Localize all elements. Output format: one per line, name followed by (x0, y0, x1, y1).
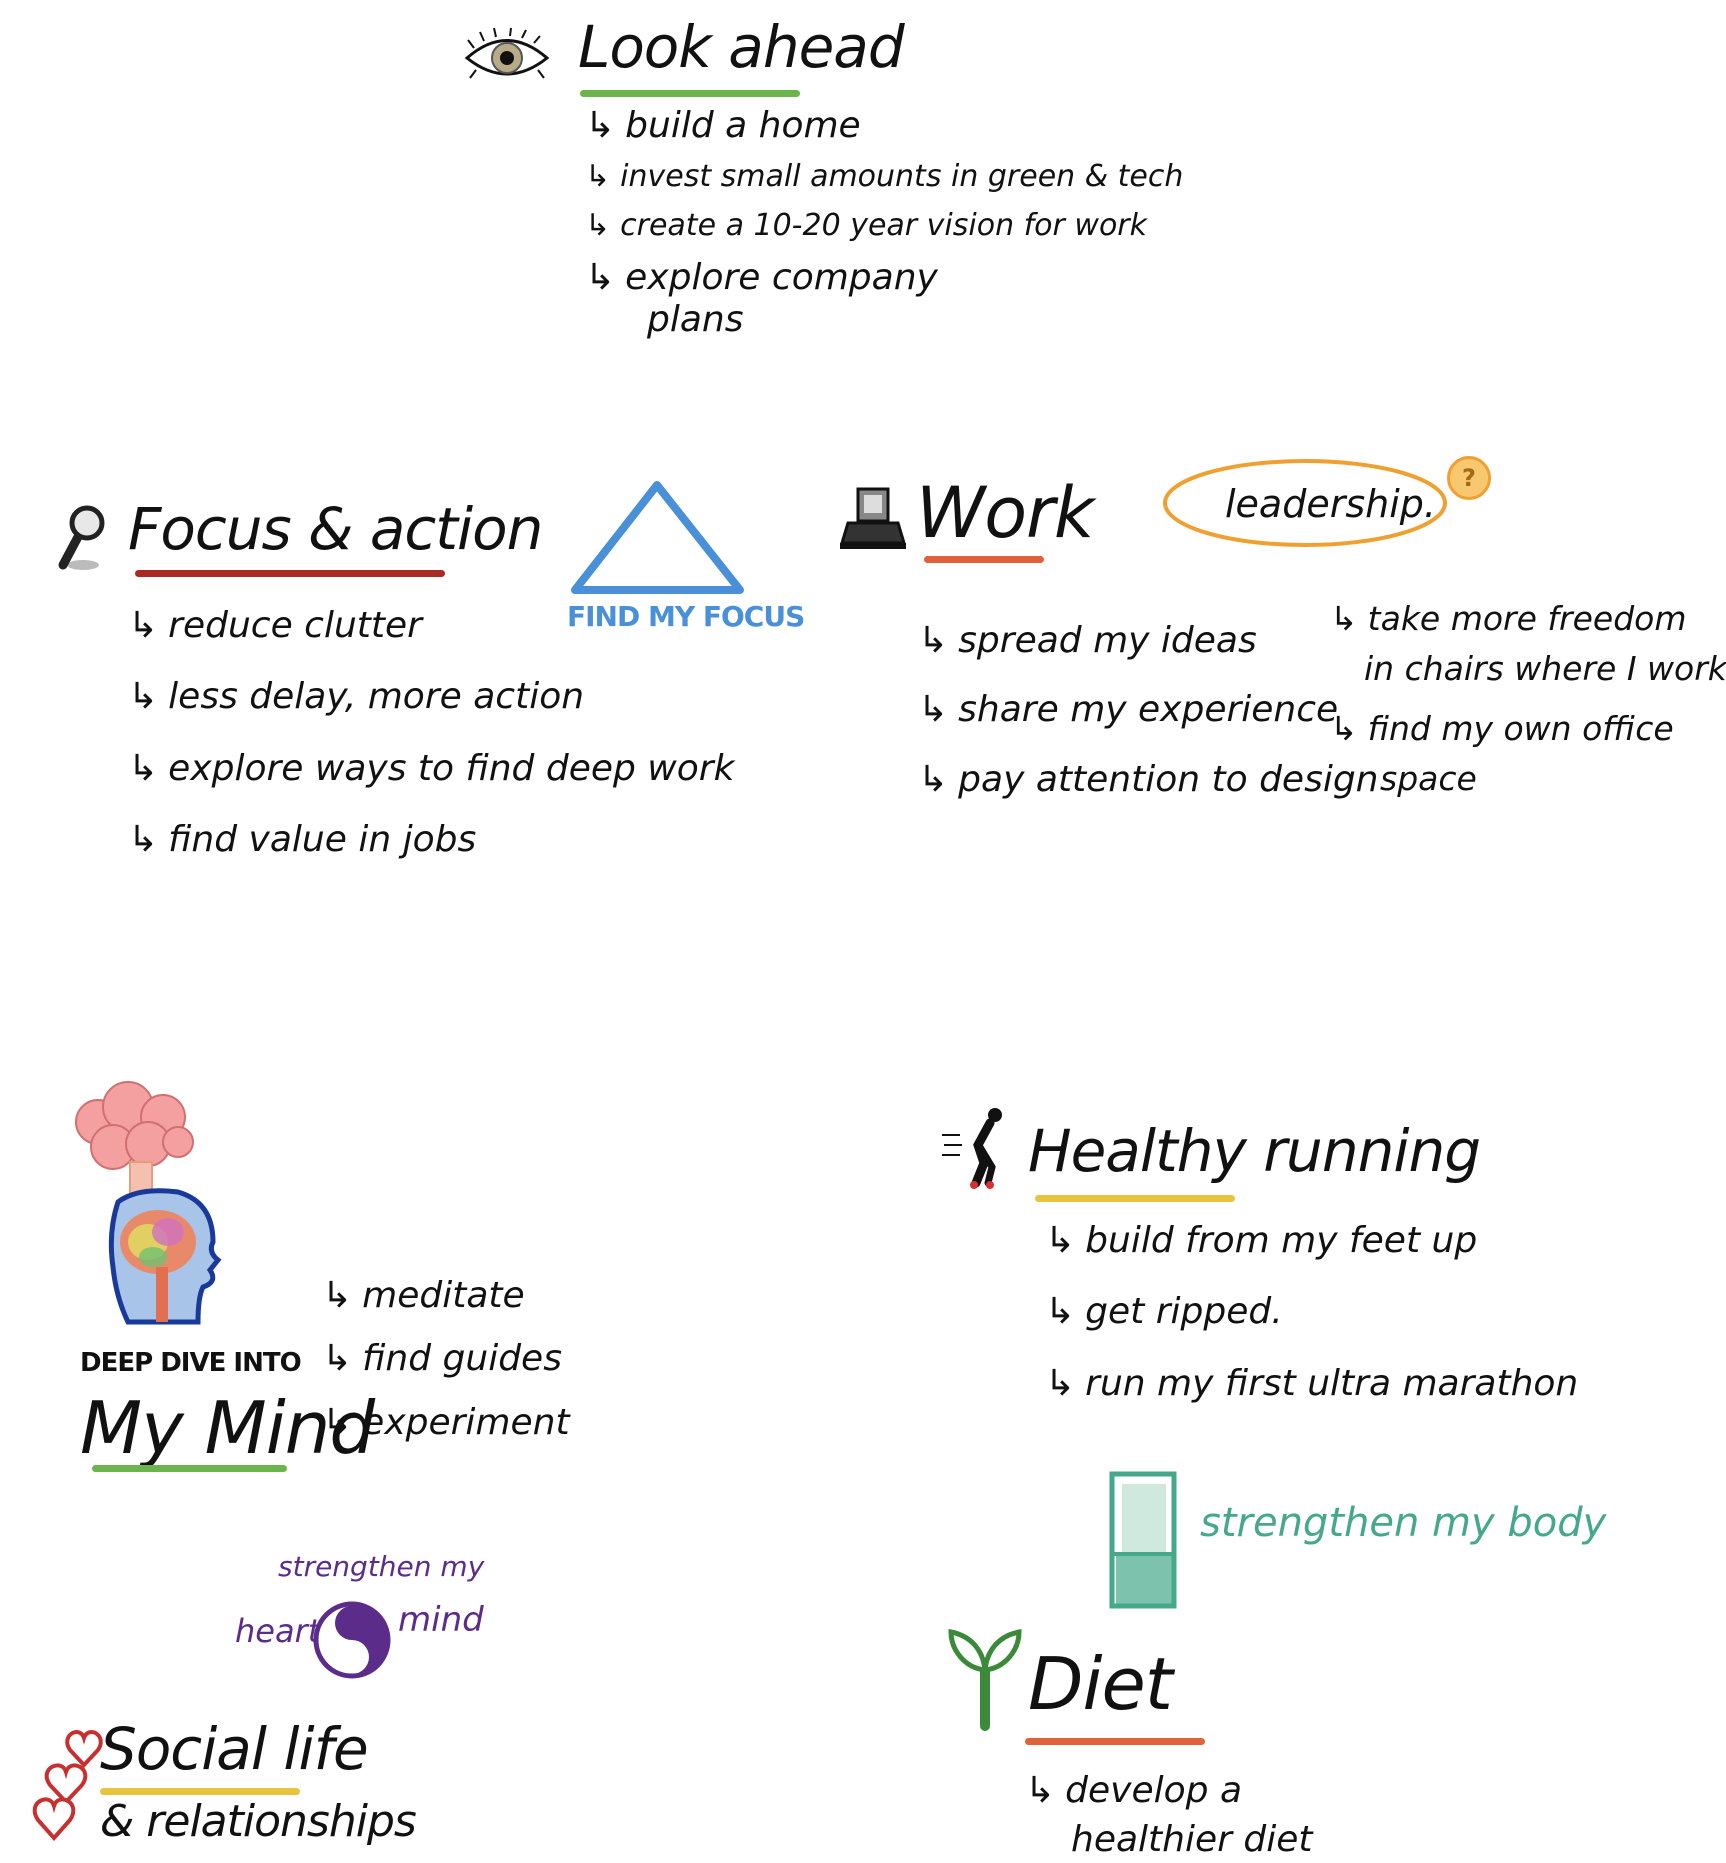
arrow-icon: ↳ (1025, 1770, 1056, 1811)
diet-list: ↳ develop a healthier diet (1025, 1770, 1312, 1861)
list-item: space (1380, 758, 1477, 798)
running-list: ↳ build from my feet up ↳ get ripped. ↳ run… (1045, 1220, 1578, 1404)
diet-underline (1025, 1738, 1205, 1745)
magnifier-icon (58, 505, 105, 570)
work-list: ↳ spread my ideas ↳ share my experience ↳ p… (918, 620, 1379, 800)
focus-underline (135, 570, 445, 577)
strength-bar-icon (1109, 1471, 1177, 1609)
list-item: ↳ build from my feet up (1045, 1220, 1478, 1261)
arrow-icon: ↳ (1330, 708, 1358, 748)
yin-yang-icon (313, 1601, 391, 1679)
mind-list: ↳ meditate ↳ find guides ↳ experiment (322, 1275, 570, 1443)
list-item: plans (647, 298, 744, 340)
leadership-list: ↳ take more freedom in chairs where I wor… (1330, 600, 1726, 798)
list-item: in chairs where I work (1364, 648, 1726, 688)
heart-mind-top: strengthen my (278, 1550, 485, 1583)
focus-triangle-caption: FIND MY FOCUS (567, 600, 805, 633)
eye-icon (464, 27, 550, 79)
arrow-icon: ↳ (128, 676, 159, 718)
focus-title: Focus & action (128, 495, 543, 563)
heart-mind-left: heart (235, 1612, 321, 1650)
arrow-icon: ↳ (918, 758, 949, 800)
arrow-icon: ↳ (585, 159, 611, 195)
arrow-icon: ↳ (322, 1401, 353, 1443)
arrow-icon: ↳ (918, 620, 949, 661)
list-item: ↳ take more freedom (1330, 599, 1687, 638)
brain-head-icon (75, 1081, 222, 1325)
list-item: ↳ find guides (322, 1338, 562, 1380)
list-item: ↳ find value in jobs (128, 819, 477, 861)
list-item: healthier diet (1071, 1819, 1313, 1861)
arrow-icon: ↳ (1330, 599, 1358, 638)
arrow-icon: ↳ (1045, 1291, 1076, 1333)
work-title: Work (916, 472, 1094, 554)
diet-title: Diet (1028, 1642, 1173, 1726)
arrow-icon: ↳ (322, 1275, 353, 1316)
arrow-icon: ↳ (128, 819, 159, 861)
arrow-icon: ↳ (1045, 1362, 1076, 1404)
list-item: ↳ spread my ideas (918, 620, 1257, 661)
list-item: ↳ explore company (585, 257, 938, 299)
list-item: ↳ build a home (585, 105, 861, 146)
list-item: ↳ invest small amounts in green & tech (585, 159, 1184, 195)
mind-caption-small: DEEP DIVE INTO (80, 1348, 302, 1378)
work-underline (924, 556, 1044, 563)
list-item: ↳ share my experience (918, 689, 1339, 731)
list-item: ↳ experiment (322, 1401, 570, 1443)
list-item: ↳ get ripped. (1045, 1291, 1283, 1333)
running-underline (1035, 1195, 1235, 1202)
look-ahead-list: ↳ build a home ↳ invest small amounts in g… (585, 105, 1183, 340)
running-title: Healthy running (1028, 1117, 1481, 1185)
heart-mind-right: mind (398, 1600, 484, 1640)
arrow-icon: ↳ (585, 105, 616, 146)
list-item: ↳ find my own office (1330, 708, 1674, 748)
arrow-icon: ↳ (585, 207, 611, 243)
question-badge: ? (1447, 456, 1491, 500)
arrow-icon: ↳ (128, 747, 159, 789)
list-item: ↳ run my first ultra marathon (1045, 1362, 1579, 1404)
social-title-line2: & relationships (100, 1796, 417, 1847)
look-ahead-title: Look ahead (578, 13, 905, 81)
social-title-line1: Social life (100, 1715, 369, 1783)
list-item: ↳ pay attention to design (918, 758, 1379, 800)
look-ahead-underline (580, 90, 800, 97)
laptop-icon (839, 487, 907, 549)
focus-list: ↳ reduce clutter ↳ less delay, more action… (128, 605, 734, 861)
arrow-icon: ↳ (128, 605, 159, 646)
arrow-icon: ↳ (585, 257, 616, 299)
leadership-label: leadership. (1225, 482, 1436, 526)
arrow-icon: ↳ (918, 689, 949, 731)
list-item: ↳ create a 10-20 year vision for work (585, 207, 1148, 243)
arrow-icon: ↳ (322, 1338, 353, 1380)
sprout-icon (948, 1628, 1022, 1731)
runner-icon (942, 1108, 1002, 1189)
body-label: strengthen my body (1200, 1500, 1607, 1546)
list-item: ↳ explore ways to find deep work (128, 747, 735, 789)
list-item: ↳ develop a (1025, 1770, 1243, 1811)
list-item: ↳ less delay, more action (128, 676, 585, 718)
arrow-icon: ↳ (1045, 1220, 1076, 1261)
mind-underline (92, 1465, 287, 1472)
hearts-icon (32, 1730, 103, 1842)
list-item: ↳ meditate (322, 1275, 525, 1316)
social-underline (100, 1788, 300, 1795)
focus-triangle-icon (571, 481, 744, 594)
